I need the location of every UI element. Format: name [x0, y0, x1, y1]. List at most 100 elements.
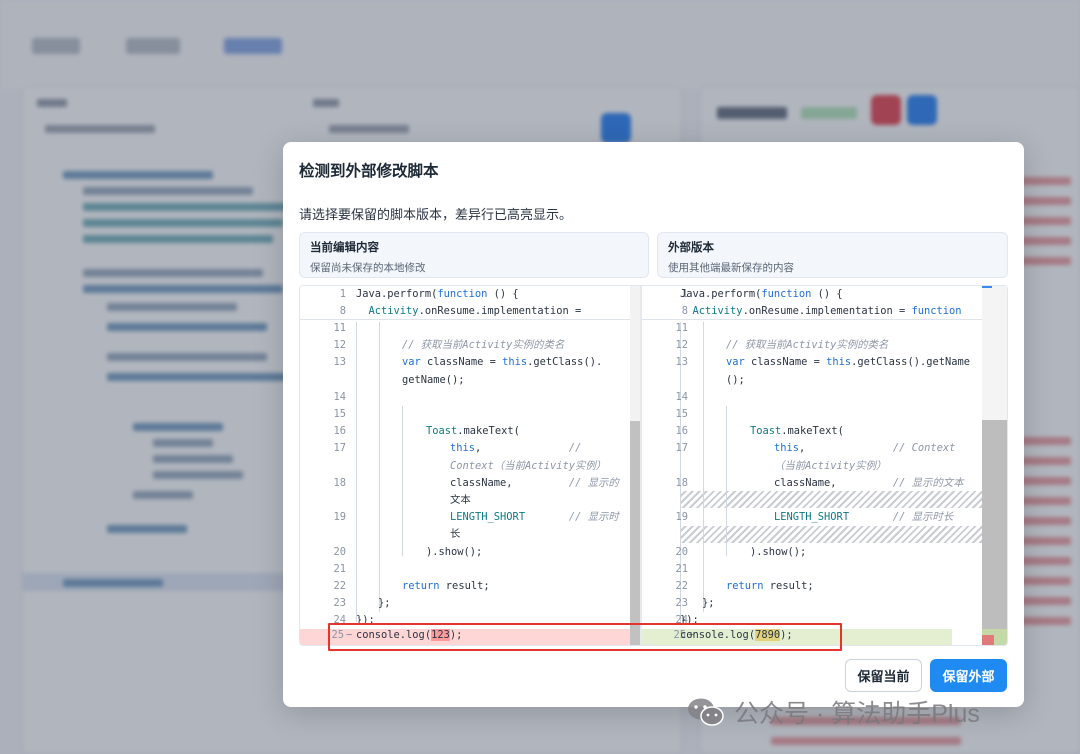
external-code-pane[interactable]: 11 12 // 获取当前Activity实例的类名 13 var className …	[642, 286, 1007, 645]
code-line[interactable]: 12 // 获取当前Activity实例的类名	[642, 337, 1007, 354]
diff-editor[interactable]: 11 12 // 获取当前Activity实例的类名 13 var className …	[299, 285, 1008, 646]
watermark: 公众号 · 算法助手Plus	[686, 694, 980, 730]
code-text: };	[702, 597, 715, 610]
code-line[interactable]: 12 // 获取当前Activity实例的类名	[300, 337, 640, 354]
code-line[interactable]: 23};	[300, 595, 640, 612]
code-line[interactable]: getName();	[300, 372, 640, 389]
code-line[interactable]: 22 return result;	[642, 578, 1007, 595]
line-number: 16	[675, 425, 688, 438]
code-text: var className = this.getClass().getName	[726, 356, 970, 369]
overview-cursor-marker	[982, 286, 992, 288]
code-line[interactable]: 15	[642, 406, 1007, 423]
code-text: getName();	[402, 373, 465, 386]
code-text: className, // 显示的文本	[774, 476, 964, 489]
line-number: 22	[675, 580, 688, 592]
external-version-title: 外部版本	[668, 242, 714, 254]
line-number: 18	[675, 476, 688, 489]
line-number: 20	[675, 545, 688, 558]
line-number: 18	[333, 476, 346, 489]
current-scrollbar-thumb[interactable]	[630, 421, 640, 645]
code-line[interactable]: 19 LENGTH_SHORT // 显示时长	[642, 509, 1007, 526]
code-text: ).show();	[750, 545, 807, 558]
code-text: （当前Activity实例）	[774, 459, 887, 472]
keep-external-button[interactable]: 保留外部	[930, 659, 1007, 692]
current-version-card: 当前编辑内容 保留尚未保存的本地修改	[299, 232, 649, 278]
code-text: Activity.onResume.implementation =	[368, 305, 582, 317]
code-line[interactable]: 15	[300, 406, 640, 423]
line-number: 12	[333, 339, 346, 352]
code-line[interactable]: 21	[300, 561, 640, 578]
line-number: 15	[333, 408, 346, 420]
code-line[interactable]	[642, 526, 1007, 543]
code-line[interactable]: 17 this, // Context	[642, 440, 1007, 457]
line-number: 16	[333, 425, 346, 438]
dialog-title: 检测到外部修改脚本	[299, 163, 439, 180]
line-number: 21	[675, 562, 688, 575]
code-text: className, // 显示的	[450, 476, 619, 489]
watermark-text: 公众号 · 算法助手Plus	[734, 700, 980, 728]
code-line[interactable]: 16 Toast.makeText(	[642, 423, 1007, 440]
code-text: this, // Context	[774, 442, 956, 455]
line-number: 20	[333, 545, 346, 558]
code-line[interactable]: 19 LENGTH_SHORT // 显示时	[300, 509, 640, 526]
line-number: 1	[339, 288, 346, 300]
dialog-description: 请选择要保留的脚本版本，差异行已高亮显示。	[299, 207, 573, 222]
code-line[interactable]: 11	[642, 320, 1007, 337]
code-line[interactable]: （当前Activity实例）	[642, 458, 1007, 475]
code-line[interactable]: 14	[300, 389, 640, 406]
keep-current-button[interactable]: 保留当前	[845, 659, 922, 692]
line-number: 13	[333, 356, 346, 369]
code-line[interactable]: 文本	[300, 492, 640, 509]
code-line[interactable]: 14	[642, 389, 1007, 406]
code-line[interactable]: 18 className, // 显示的	[300, 475, 640, 492]
code-text: Java.perform(function () {	[680, 288, 843, 300]
current-scrollbar[interactable]	[630, 286, 640, 645]
diff-highlight-box	[328, 623, 842, 651]
code-line[interactable]: 20 ).show();	[642, 544, 1007, 561]
line-number: 22	[333, 580, 346, 592]
line-number: 21	[333, 562, 346, 575]
sticky-scope-header[interactable]: 1 Java.perform(function () {8 Activity.on…	[642, 286, 1007, 320]
conflict-dialog: 检测到外部修改脚本 请选择要保留的脚本版本，差异行已高亮显示。 当前编辑内容 保…	[283, 142, 1024, 707]
code-line[interactable]: 13 var className = this.getClass().getNam…	[642, 354, 1007, 371]
code-text: this, //	[450, 442, 582, 455]
line-number: 14	[675, 390, 688, 403]
code-line[interactable]: Context（当前Activity实例）	[300, 458, 640, 475]
code-text: var className = this.getClass().	[402, 356, 603, 369]
overview-ruler[interactable]	[982, 286, 1007, 645]
code-text: return result;	[402, 580, 490, 592]
overview-ruler-slider[interactable]	[982, 420, 1007, 630]
code-line[interactable]: 18 className, // 显示的文本	[642, 475, 1007, 492]
code-line[interactable]: 20 ).show();	[300, 544, 640, 561]
code-text: Context（当前Activity实例）	[450, 459, 607, 472]
code-text: Toast.makeText(	[426, 425, 520, 438]
code-line[interactable]	[642, 492, 1007, 509]
code-line[interactable]: 21	[642, 561, 1007, 578]
line-number: 15	[675, 408, 688, 420]
code-line[interactable]: 22 return result;	[300, 578, 640, 595]
code-text: LENGTH_SHORT // 显示时长	[774, 511, 954, 524]
line-number: 8	[339, 305, 346, 317]
code-text: ).show();	[426, 545, 483, 558]
current-code-pane[interactable]: 11 12 // 获取当前Activity实例的类名 13 var className …	[300, 286, 640, 645]
code-line[interactable]: ();	[642, 372, 1007, 389]
sticky-scope-header[interactable]: 1 Java.perform(function () {8 Activity.on…	[300, 286, 640, 320]
code-line[interactable]: 长	[300, 526, 640, 543]
code-line[interactable]: 11	[300, 320, 640, 337]
sticky-line[interactable]: 8 Activity.onResume.implementation = fun…	[642, 303, 1007, 320]
code-line[interactable]: 23};	[642, 595, 1007, 612]
code-line[interactable]: 17 this, //	[300, 440, 640, 457]
sticky-line[interactable]: 1 Java.perform(function () {	[300, 286, 640, 303]
code-text: 文本	[450, 494, 471, 506]
code-text: };	[378, 597, 391, 610]
sticky-line[interactable]: 1 Java.perform(function () {	[642, 286, 1007, 303]
line-number: 19	[675, 511, 688, 524]
sticky-line[interactable]: 8 Activity.onResume.implementation =	[300, 303, 640, 320]
code-text: LENGTH_SHORT // 显示时	[450, 511, 619, 524]
line-number: 23	[675, 597, 688, 610]
line-number: 17	[675, 442, 688, 455]
code-line[interactable]: 16 Toast.makeText(	[300, 423, 640, 440]
line-number: 19	[333, 511, 346, 524]
external-version-subtitle: 使用其他端最新保存的内容	[668, 262, 794, 274]
code-line[interactable]: 13 var className = this.getClass().	[300, 354, 640, 371]
